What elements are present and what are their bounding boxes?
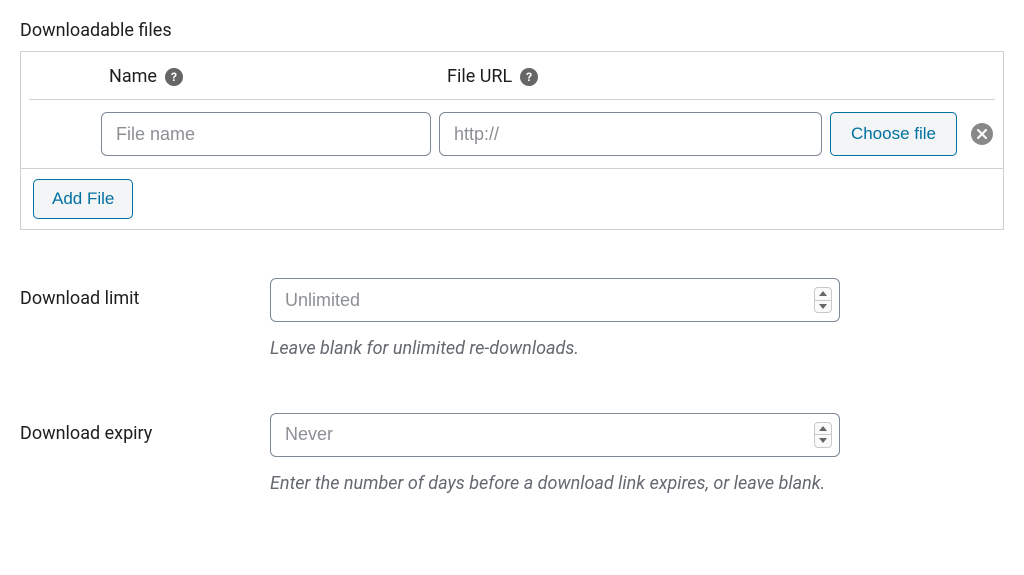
- download-expiry-help: Enter the number of days before a downlo…: [270, 469, 840, 500]
- number-stepper: [814, 287, 832, 313]
- add-file-button[interactable]: Add File: [33, 179, 133, 219]
- column-header-url: File URL ?: [447, 66, 935, 87]
- delete-icon[interactable]: [971, 123, 993, 145]
- help-icon[interactable]: ?: [165, 68, 183, 86]
- files-header-row: Name ? File URL ?: [29, 52, 995, 100]
- download-expiry-input[interactable]: [270, 413, 840, 457]
- url-column-label: File URL: [447, 66, 512, 87]
- download-limit-row: Download limit Leave blank for unlimited…: [20, 278, 1004, 365]
- download-expiry-label: Download expiry: [20, 413, 250, 444]
- column-header-name: Name ?: [109, 66, 447, 87]
- downloadable-files-box: Name ? File URL ? Choose file Add File: [20, 51, 1004, 230]
- download-limit-label: Download limit: [20, 278, 250, 309]
- file-name-input[interactable]: [101, 112, 431, 156]
- stepper-up-icon[interactable]: [815, 288, 831, 301]
- file-url-input[interactable]: [439, 112, 822, 156]
- stepper-down-icon[interactable]: [815, 435, 831, 447]
- stepper-down-icon[interactable]: [815, 301, 831, 313]
- number-stepper: [814, 422, 832, 448]
- file-row: Choose file: [21, 100, 1003, 169]
- help-icon[interactable]: ?: [520, 68, 538, 86]
- files-footer: Add File: [21, 169, 1003, 229]
- download-limit-input[interactable]: [270, 278, 840, 322]
- download-limit-help: Leave blank for unlimited re-downloads.: [270, 334, 840, 365]
- stepper-up-icon[interactable]: [815, 423, 831, 436]
- download-expiry-row: Download expiry Enter the number of days…: [20, 413, 1004, 500]
- section-title: Downloadable files: [20, 20, 1004, 41]
- choose-file-button[interactable]: Choose file: [830, 112, 957, 156]
- name-column-label: Name: [109, 66, 157, 87]
